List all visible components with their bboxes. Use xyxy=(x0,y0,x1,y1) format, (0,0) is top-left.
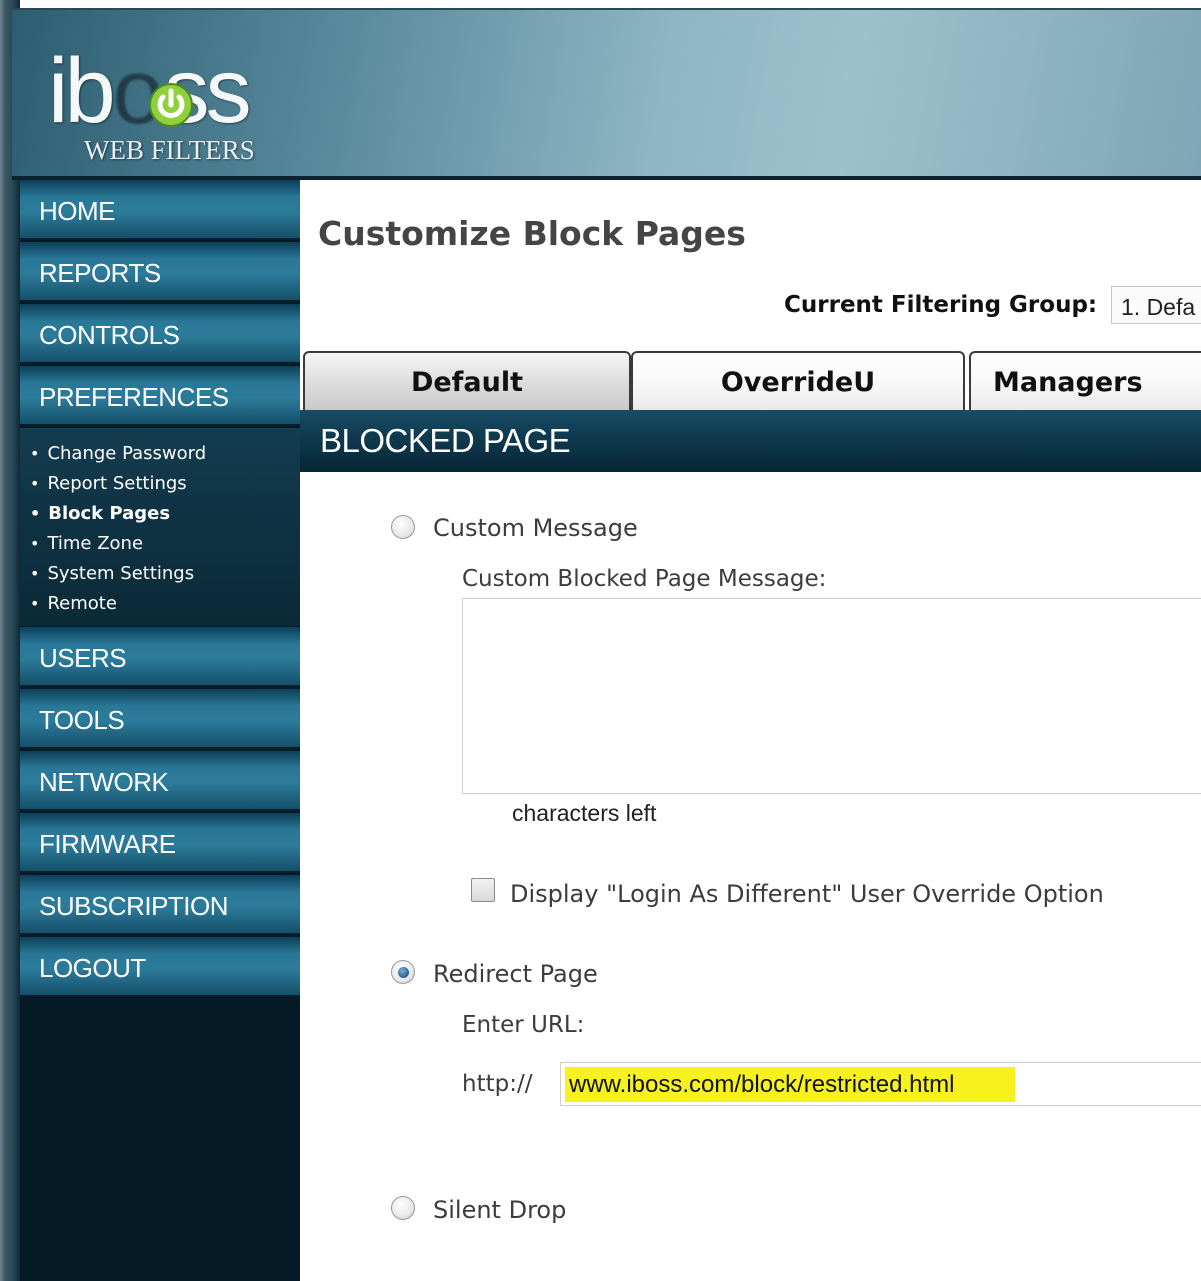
custom-message-radio[interactable] xyxy=(391,515,415,539)
tab-label: Default xyxy=(410,367,524,398)
redirect-url-value: www.iboss.com/block/restricted.html xyxy=(569,1071,955,1098)
nav-users[interactable]: USERS xyxy=(20,627,300,687)
silent-drop-label[interactable]: Silent Drop xyxy=(433,1196,566,1224)
nav-label: CONTROLS xyxy=(39,320,180,350)
subnav-label: Block Pages xyxy=(48,503,171,524)
nav-preferences[interactable]: PREFERENCES xyxy=(20,366,300,426)
silent-drop-radio[interactable] xyxy=(391,1196,415,1220)
subnav-block-pages[interactable]: • Block Pages xyxy=(30,503,170,524)
sidebar: HOME REPORTS CONTROLS PREFERENCES • Chang… xyxy=(20,180,300,1281)
tab-default[interactable]: Default xyxy=(303,351,631,411)
subnav-label: Report Settings xyxy=(47,473,187,494)
nav-home[interactable]: HOME xyxy=(20,180,300,240)
main-content: Customize Block Pages Current Filtering … xyxy=(300,180,1201,1281)
subnav-report-settings[interactable]: • Report Settings xyxy=(30,473,187,494)
nav-label: FIRMWARE xyxy=(39,829,176,859)
login-override-checkbox[interactable] xyxy=(471,878,495,902)
iboss-logo[interactable]: iboss WEB FILTERS xyxy=(48,40,298,167)
nav-label: NETWORK xyxy=(39,767,169,797)
subnav-label: Remote xyxy=(47,593,117,614)
subnav-time-zone[interactable]: • Time Zone xyxy=(30,533,143,554)
nav-label: SUBSCRIPTION xyxy=(39,891,229,921)
subnav-label: Change Password xyxy=(47,443,207,464)
tab-label: OverrideU xyxy=(720,367,876,398)
preferences-subnav: • Change Password • Report Settings • Block… xyxy=(20,428,300,626)
section-title: BLOCKED PAGE xyxy=(320,422,571,459)
redirect-page-radio[interactable] xyxy=(391,960,415,984)
section-header: BLOCKED PAGE xyxy=(300,410,1201,472)
nav-network[interactable]: NETWORK xyxy=(20,751,300,811)
redirect-url-input[interactable]: www.iboss.com/block/restricted.html xyxy=(560,1062,1201,1106)
subnav-remote[interactable]: • Remote xyxy=(30,593,117,614)
power-icon xyxy=(149,83,193,127)
nav-label: PREFERENCES xyxy=(39,382,229,412)
logo-text-left: ib xyxy=(48,40,116,142)
nav-label: LOGOUT xyxy=(39,953,146,983)
nav-firmware[interactable]: FIRMWARE xyxy=(20,813,300,873)
redirect-page-label[interactable]: Redirect Page xyxy=(433,960,598,988)
nav-tools[interactable]: TOOLS xyxy=(20,689,300,749)
filtering-group-select[interactable]: 1. Defa xyxy=(1111,286,1201,324)
enter-url-label: Enter URL: xyxy=(462,1012,585,1038)
filtering-group-label: Current Filtering Group: xyxy=(784,292,1098,318)
nav-logout[interactable]: LOGOUT xyxy=(20,937,300,997)
nav-label: TOOLS xyxy=(39,705,125,735)
subnav-label: Time Zone xyxy=(47,533,144,554)
custom-message-textarea[interactable] xyxy=(462,598,1201,794)
url-prefix-label: http:// xyxy=(462,1071,533,1097)
characters-left-label: characters left xyxy=(512,800,657,826)
subnav-system-settings[interactable]: • System Settings xyxy=(30,563,194,584)
nav-label: USERS xyxy=(39,643,127,673)
custom-message-label[interactable]: Custom Message xyxy=(433,514,638,542)
nav-label: HOME xyxy=(39,196,116,226)
subnav-label: System Settings xyxy=(47,563,195,584)
custom-message-field-label: Custom Blocked Page Message: xyxy=(462,566,827,592)
nav-reports[interactable]: REPORTS xyxy=(20,242,300,302)
logo-subtitle: WEB FILTERS xyxy=(84,135,255,165)
page-title: Customize Block Pages xyxy=(318,214,746,253)
login-override-label[interactable]: Display "Login As Different" User Overri… xyxy=(510,880,1104,908)
tab-label: Managers xyxy=(993,367,1143,398)
window-frame-left xyxy=(0,0,20,1281)
tab-managers[interactable]: Managers xyxy=(969,351,1201,411)
nav-subscription[interactable]: SUBSCRIPTION xyxy=(20,875,300,935)
tab-overrideu[interactable]: OverrideU xyxy=(631,351,965,411)
subnav-change-password[interactable]: • Change Password xyxy=(30,443,206,464)
nav-controls[interactable]: CONTROLS xyxy=(20,304,300,364)
header-banner: iboss WEB FILTERS xyxy=(12,8,1201,180)
nav-label: REPORTS xyxy=(39,258,161,288)
